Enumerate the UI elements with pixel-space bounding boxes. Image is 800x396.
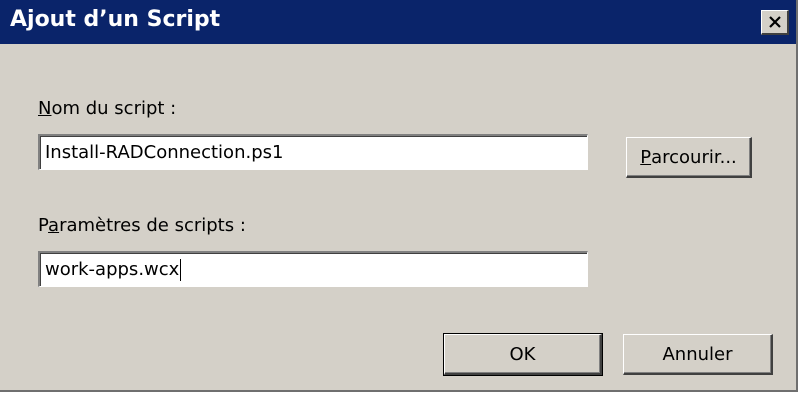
ok-button[interactable]: OK	[443, 333, 603, 376]
window-title: Ajout d’un Script	[10, 7, 221, 32]
script-name-label-text: om du script :	[51, 98, 177, 119]
text-caret	[180, 259, 182, 281]
script-params-label-text: ramètres de scripts :	[59, 215, 246, 236]
browse-button-accesskey: P	[640, 146, 652, 168]
script-params-label-prefix: P	[38, 215, 49, 236]
script-name-label: Nom du script :	[38, 98, 176, 119]
browse-button[interactable]: Parcourir...	[626, 137, 752, 178]
browse-button-label: arcourir...	[651, 146, 737, 168]
script-params-label-accesskey: a	[48, 215, 60, 236]
add-script-dialog: Ajout d’un Script Nom du script : Instal…	[0, 0, 798, 392]
close-icon	[768, 15, 781, 28]
script-name-label-accesskey: N	[38, 98, 52, 119]
title-bar[interactable]: Ajout d’un Script	[0, 0, 796, 44]
script-params-value: work-apps.wcx	[45, 259, 180, 280]
script-name-value: Install-RADConnection.ps1	[45, 142, 284, 163]
script-params-label: Paramètres de scripts :	[38, 215, 246, 236]
script-name-input[interactable]: Install-RADConnection.ps1	[38, 134, 588, 170]
script-params-input[interactable]: work-apps.wcx	[38, 251, 588, 287]
close-button[interactable]	[761, 10, 789, 35]
cancel-button[interactable]: Annuler	[623, 334, 773, 375]
